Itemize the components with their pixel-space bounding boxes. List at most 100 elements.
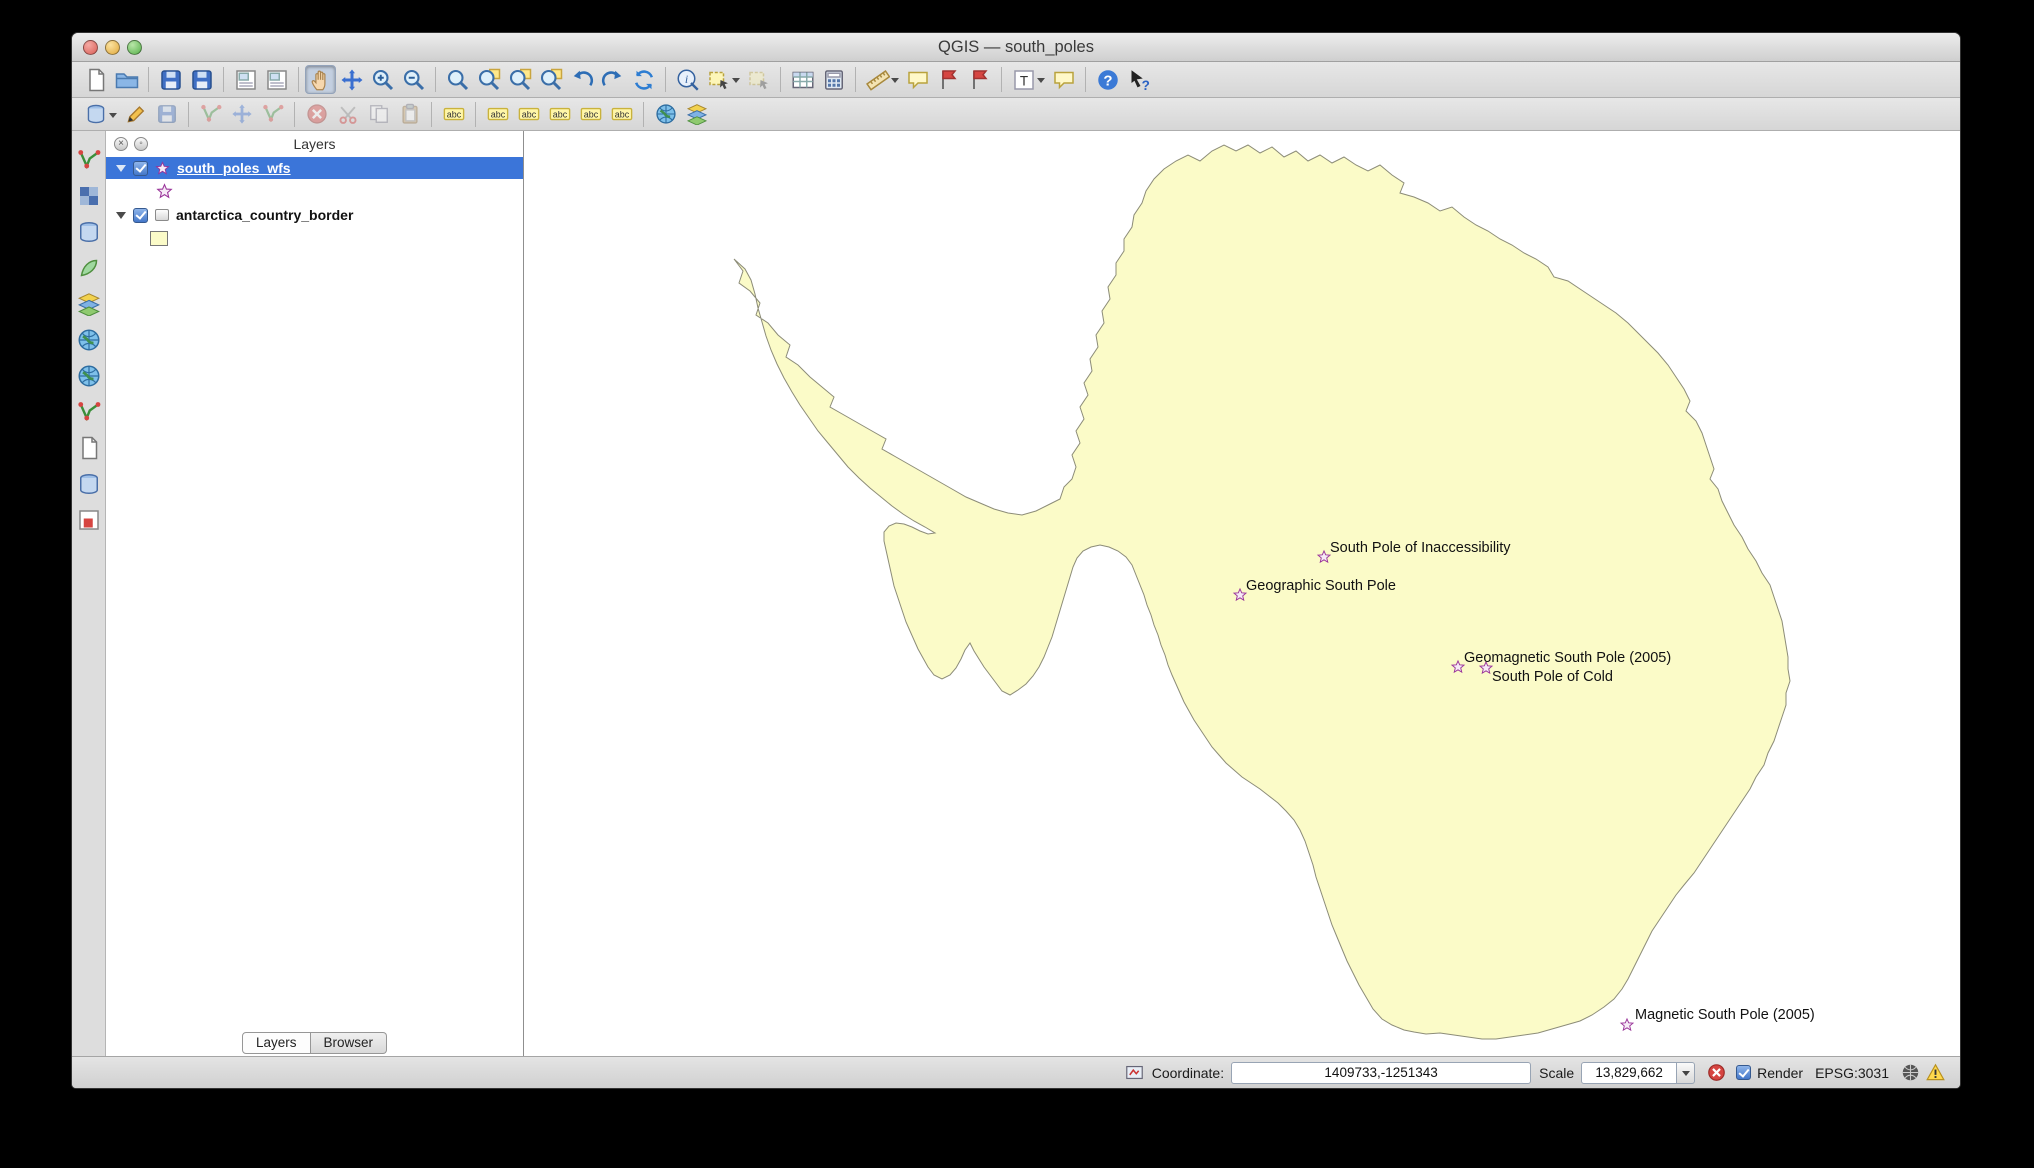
save-layer-edits-button[interactable]	[151, 100, 182, 129]
save-project-as-icon	[190, 68, 214, 92]
rotate-label-button[interactable]	[513, 100, 544, 129]
select-features-icon	[707, 68, 731, 92]
change-label-button[interactable]	[606, 100, 637, 129]
zoom-in-button[interactable]	[367, 65, 398, 94]
measure-line-button[interactable]	[862, 65, 893, 94]
current-edits-button[interactable]	[80, 100, 111, 129]
crs-status-icon[interactable]	[1901, 1063, 1920, 1082]
pan-to-selection-button[interactable]	[336, 65, 367, 94]
whats-this-button[interactable]	[1123, 65, 1154, 94]
zoom-out-button[interactable]	[398, 65, 429, 94]
polygon-symbol-swatch	[150, 231, 168, 246]
stop-rendering-icon[interactable]	[1707, 1063, 1726, 1082]
map-tips-button[interactable]	[902, 65, 933, 94]
coordinate-input[interactable]: 1409733,-1251343	[1231, 1061, 1532, 1084]
map-label: Magnetic South Pole (2005)	[1635, 1007, 1815, 1023]
save-project-as-button[interactable]	[186, 65, 217, 94]
main-content: × ◦ Layers south_poles_wfs antarctica_co…	[72, 131, 1960, 1058]
labeling-button[interactable]	[438, 100, 469, 129]
toolbar-separator	[855, 67, 856, 92]
zoom-window-button[interactable]	[127, 40, 142, 55]
measure-line-icon	[866, 68, 890, 92]
add-feature-button[interactable]	[195, 100, 226, 129]
zoom-next-button[interactable]	[597, 65, 628, 94]
new-print-composer-button[interactable]	[230, 65, 261, 94]
add-vector-layer-button[interactable]	[75, 147, 102, 172]
form-annotation-button[interactable]	[1048, 65, 1079, 94]
delete-selected-button[interactable]	[301, 100, 332, 129]
map-canvas[interactable]: South Pole of Inaccessibility Geographic…	[524, 131, 1960, 1058]
tab-layers[interactable]: Layers	[241, 1032, 311, 1054]
add-oracle-layer-icon	[77, 472, 101, 496]
zoom-actual-button[interactable]	[442, 65, 473, 94]
current-edits-dropdown-caret[interactable]	[109, 112, 117, 122]
open-project-button[interactable]	[111, 65, 142, 94]
openlayers-plugin-button[interactable]	[681, 100, 712, 129]
show-bookmarks-button[interactable]	[964, 65, 995, 94]
save-project-button[interactable]	[155, 65, 186, 94]
add-mssql-layer-button[interactable]	[75, 291, 102, 316]
deselect-features-button[interactable]	[743, 65, 774, 94]
select-features-button[interactable]	[703, 65, 734, 94]
add-wms-layer-button[interactable]	[75, 327, 102, 352]
add-postgis-layer-button[interactable]	[75, 219, 102, 244]
copy-features-button[interactable]	[363, 100, 394, 129]
zoom-last-button[interactable]	[566, 65, 597, 94]
select-features-dropdown-caret[interactable]	[732, 78, 740, 87]
layers-panel-title: Layers	[293, 136, 336, 152]
add-wfs-layer-button[interactable]	[75, 399, 102, 424]
move-label-button[interactable]	[482, 100, 513, 129]
layer-visibility-checkbox[interactable]	[133, 160, 148, 176]
toolbar-separator	[431, 101, 432, 127]
field-calculator-button[interactable]	[818, 65, 849, 94]
minimize-window-button[interactable]	[105, 40, 120, 55]
new-shapefile-layer-button[interactable]	[75, 507, 102, 532]
add-wcs-layer-button[interactable]	[75, 363, 102, 388]
panel-float-button[interactable]: ◦	[134, 137, 148, 151]
new-bookmark-button[interactable]	[933, 65, 964, 94]
close-window-button[interactable]	[83, 40, 98, 55]
add-raster-layer-button[interactable]	[75, 183, 102, 208]
add-oracle-layer-button[interactable]	[75, 471, 102, 496]
annotation-dropdown-caret[interactable]	[1037, 78, 1045, 87]
composer-manager-button[interactable]	[261, 65, 292, 94]
globe-plugin-button[interactable]	[650, 100, 681, 129]
cut-features-button[interactable]	[332, 100, 363, 129]
layer-row-south-poles-wfs[interactable]: south_poles_wfs	[106, 157, 523, 179]
zoom-full-button[interactable]	[473, 65, 504, 94]
layer-row-antarctica-country-border[interactable]: antarctica_country_border	[106, 204, 523, 226]
zoom-to-layer-button[interactable]	[535, 65, 566, 94]
scale-dropdown-button[interactable]	[1677, 1061, 1696, 1084]
log-messages-icon[interactable]	[1926, 1063, 1945, 1082]
expander-icon[interactable]	[116, 211, 126, 219]
identify-features-button[interactable]	[672, 65, 703, 94]
render-checkbox[interactable]	[1736, 1065, 1752, 1080]
field-calculator-icon	[822, 68, 846, 92]
title-bar[interactable]: QGIS — south_poles	[72, 33, 1960, 62]
zoom-to-selection-button[interactable]	[504, 65, 535, 94]
help-contents-icon	[1096, 68, 1120, 92]
add-delimited-text-layer-button[interactable]	[75, 435, 102, 460]
map-svg: South Pole of Inaccessibility Geographic…	[733, 144, 1815, 1040]
node-tool-button[interactable]	[257, 100, 288, 129]
show-hide-labels-button[interactable]	[575, 100, 606, 129]
expander-icon[interactable]	[116, 164, 126, 172]
refresh-map-button[interactable]	[628, 65, 659, 94]
mouse-position-icon[interactable]	[1125, 1063, 1144, 1082]
panel-close-button[interactable]: ×	[114, 137, 128, 151]
new-project-button[interactable]	[80, 65, 111, 94]
text-annotation-button[interactable]	[1008, 65, 1039, 94]
move-feature-button[interactable]	[226, 100, 257, 129]
measure-dropdown-caret[interactable]	[891, 78, 899, 87]
scale-input[interactable]: 13,829,662	[1581, 1061, 1678, 1084]
toggle-editing-button[interactable]	[120, 100, 151, 129]
paste-features-button[interactable]	[394, 100, 425, 129]
tab-browser[interactable]: Browser	[310, 1032, 388, 1054]
pan-map-button[interactable]	[305, 65, 336, 94]
open-attribute-table-button[interactable]	[787, 65, 818, 94]
help-contents-button[interactable]	[1092, 65, 1123, 94]
pan-to-selection-icon	[340, 68, 364, 92]
add-spatialite-layer-button[interactable]	[75, 255, 102, 280]
pin-labels-button[interactable]	[544, 100, 575, 129]
layer-visibility-checkbox[interactable]	[133, 207, 148, 223]
